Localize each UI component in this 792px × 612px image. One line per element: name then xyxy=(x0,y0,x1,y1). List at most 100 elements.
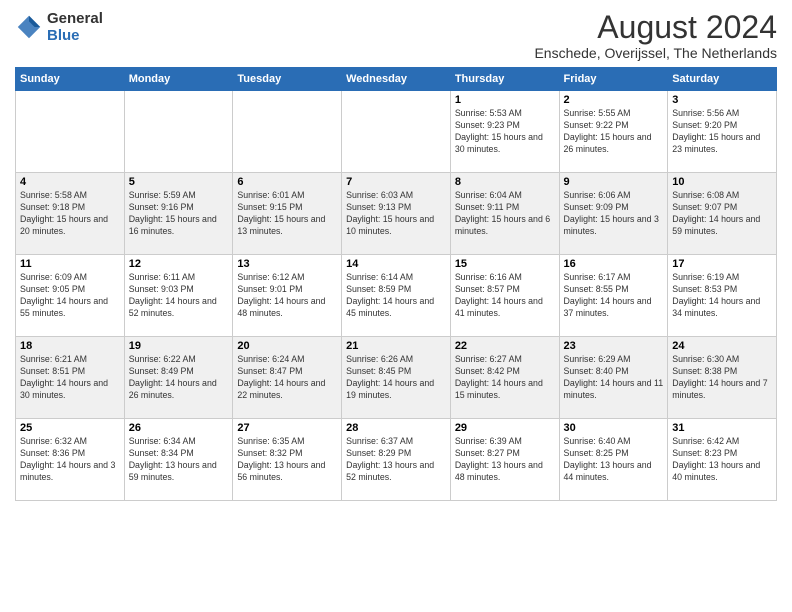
day-info: Sunrise: 6:09 AMSunset: 9:05 PMDaylight:… xyxy=(20,272,120,320)
calendar-cell: 7 Sunrise: 6:03 AMSunset: 9:13 PMDaylight… xyxy=(342,173,451,255)
calendar-cell: 10 Sunrise: 6:08 AMSunset: 9:07 PMDayligh… xyxy=(668,173,777,255)
day-number: 9 xyxy=(564,176,664,188)
day-info: Sunrise: 6:27 AMSunset: 8:42 PMDaylight:… xyxy=(455,354,555,402)
day-info: Sunrise: 6:16 AMSunset: 8:57 PMDaylight:… xyxy=(455,272,555,320)
calendar-cell: 13 Sunrise: 6:12 AMSunset: 9:01 PMDayligh… xyxy=(233,255,342,337)
day-info: Sunrise: 6:08 AMSunset: 9:07 PMDaylight:… xyxy=(672,190,772,238)
calendar-cell: 23 Sunrise: 6:29 AMSunset: 8:40 PMDayligh… xyxy=(559,337,668,419)
calendar-cell: 28 Sunrise: 6:37 AMSunset: 8:29 PMDayligh… xyxy=(342,419,451,501)
day-info: Sunrise: 6:11 AMSunset: 9:03 PMDaylight:… xyxy=(129,272,229,320)
calendar-cell: 5 Sunrise: 5:59 AMSunset: 9:16 PMDaylight… xyxy=(124,173,233,255)
day-info: Sunrise: 6:19 AMSunset: 8:53 PMDaylight:… xyxy=(672,272,772,320)
calendar-cell: 4 Sunrise: 5:58 AMSunset: 9:18 PMDaylight… xyxy=(16,173,125,255)
day-info: Sunrise: 6:21 AMSunset: 8:51 PMDaylight:… xyxy=(20,354,120,402)
week-row-3: 11 Sunrise: 6:09 AMSunset: 9:05 PMDayligh… xyxy=(16,255,777,337)
page: General Blue August 2024 Enschede, Overi… xyxy=(0,0,792,612)
weekday-header-tuesday: Tuesday xyxy=(233,68,342,91)
calendar-cell: 6 Sunrise: 6:01 AMSunset: 9:15 PMDaylight… xyxy=(233,173,342,255)
day-number: 12 xyxy=(129,258,229,270)
day-number: 11 xyxy=(20,258,120,270)
calendar-cell: 21Sunrise: 6:26 AMSunset: 8:45 PMDayligh… xyxy=(342,337,451,419)
calendar-cell xyxy=(16,91,125,173)
title-block: August 2024 Enschede, Overijssel, The Ne… xyxy=(534,10,777,61)
week-row-5: 25Sunrise: 6:32 AMSunset: 8:36 PMDayligh… xyxy=(16,419,777,501)
calendar-cell: 26 Sunrise: 6:34 AMSunset: 8:34 PMDayligh… xyxy=(124,419,233,501)
day-number: 2 xyxy=(564,94,664,106)
week-row-4: 18 Sunrise: 6:21 AMSunset: 8:51 PMDayligh… xyxy=(16,337,777,419)
day-number: 19 xyxy=(129,340,229,352)
day-number: 17 xyxy=(672,258,772,270)
day-number: 13 xyxy=(237,258,337,270)
day-number: 22 xyxy=(455,340,555,352)
calendar-cell: 3 Sunrise: 5:56 AMSunset: 9:20 PMDaylight… xyxy=(668,91,777,173)
calendar-table: SundayMondayTuesdayWednesdayThursdayFrid… xyxy=(15,67,777,501)
day-info: Sunrise: 5:56 AMSunset: 9:20 PMDaylight:… xyxy=(672,108,772,156)
day-number: 31 xyxy=(672,422,772,434)
day-info: Sunrise: 6:24 AMSunset: 8:47 PMDaylight:… xyxy=(237,354,337,402)
day-number: 28 xyxy=(346,422,446,434)
day-info: Sunrise: 6:32 AMSunset: 8:36 PMDaylight:… xyxy=(20,436,120,484)
day-info: Sunrise: 6:17 AMSunset: 8:55 PMDaylight:… xyxy=(564,272,664,320)
day-number: 26 xyxy=(129,422,229,434)
calendar-cell: 8Sunrise: 6:04 AMSunset: 9:11 PMDaylight… xyxy=(450,173,559,255)
calendar-cell: 16 Sunrise: 6:17 AMSunset: 8:55 PMDayligh… xyxy=(559,255,668,337)
day-info: Sunrise: 6:34 AMSunset: 8:34 PMDaylight:… xyxy=(129,436,229,484)
day-info: Sunrise: 6:30 AMSunset: 8:38 PMDaylight:… xyxy=(672,354,772,402)
logo-text: General Blue xyxy=(47,10,103,44)
day-info: Sunrise: 6:04 AMSunset: 9:11 PMDaylight:… xyxy=(455,190,555,238)
day-number: 18 xyxy=(20,340,120,352)
day-number: 27 xyxy=(237,422,337,434)
subtitle: Enschede, Overijssel, The Netherlands xyxy=(534,45,777,61)
calendar-cell: 14Sunrise: 6:14 AMSunset: 8:59 PMDayligh… xyxy=(342,255,451,337)
day-info: Sunrise: 6:03 AMSunset: 9:13 PMDaylight:… xyxy=(346,190,446,238)
day-info: Sunrise: 6:42 AMSunset: 8:23 PMDaylight:… xyxy=(672,436,772,484)
day-info: Sunrise: 6:37 AMSunset: 8:29 PMDaylight:… xyxy=(346,436,446,484)
day-number: 6 xyxy=(237,176,337,188)
week-row-2: 4 Sunrise: 5:58 AMSunset: 9:18 PMDaylight… xyxy=(16,173,777,255)
day-number: 23 xyxy=(564,340,664,352)
day-info: Sunrise: 5:55 AMSunset: 9:22 PMDaylight:… xyxy=(564,108,664,156)
day-info: Sunrise: 6:29 AMSunset: 8:40 PMDaylight:… xyxy=(564,354,664,402)
calendar-cell: 18 Sunrise: 6:21 AMSunset: 8:51 PMDayligh… xyxy=(16,337,125,419)
weekday-header-friday: Friday xyxy=(559,68,668,91)
day-number: 20 xyxy=(237,340,337,352)
day-info: Sunrise: 6:12 AMSunset: 9:01 PMDaylight:… xyxy=(237,272,337,320)
calendar-cell: 17 Sunrise: 6:19 AMSunset: 8:53 PMDayligh… xyxy=(668,255,777,337)
day-number: 4 xyxy=(20,176,120,188)
calendar-cell: 2 Sunrise: 5:55 AMSunset: 9:22 PMDaylight… xyxy=(559,91,668,173)
calendar-cell xyxy=(124,91,233,173)
weekday-header-sunday: Sunday xyxy=(16,68,125,91)
day-number: 7 xyxy=(346,176,446,188)
day-number: 10 xyxy=(672,176,772,188)
day-info: Sunrise: 5:58 AMSunset: 9:18 PMDaylight:… xyxy=(20,190,120,238)
day-number: 14 xyxy=(346,258,446,270)
day-number: 16 xyxy=(564,258,664,270)
day-number: 24 xyxy=(672,340,772,352)
calendar-cell: 22 Sunrise: 6:27 AMSunset: 8:42 PMDayligh… xyxy=(450,337,559,419)
calendar-cell xyxy=(233,91,342,173)
calendar-cell: 24 Sunrise: 6:30 AMSunset: 8:38 PMDayligh… xyxy=(668,337,777,419)
day-info: Sunrise: 6:06 AMSunset: 9:09 PMDaylight:… xyxy=(564,190,664,238)
main-title: August 2024 xyxy=(534,10,777,45)
header: General Blue August 2024 Enschede, Overi… xyxy=(15,10,777,61)
calendar-cell: 25Sunrise: 6:32 AMSunset: 8:36 PMDayligh… xyxy=(16,419,125,501)
day-info: Sunrise: 5:59 AMSunset: 9:16 PMDaylight:… xyxy=(129,190,229,238)
day-info: Sunrise: 6:01 AMSunset: 9:15 PMDaylight:… xyxy=(237,190,337,238)
calendar-cell: 19 Sunrise: 6:22 AMSunset: 8:49 PMDayligh… xyxy=(124,337,233,419)
calendar-cell: 20 Sunrise: 6:24 AMSunset: 8:47 PMDayligh… xyxy=(233,337,342,419)
calendar-cell: 12 Sunrise: 6:11 AMSunset: 9:03 PMDayligh… xyxy=(124,255,233,337)
day-number: 21 xyxy=(346,340,446,352)
calendar-cell: 30 Sunrise: 6:40 AMSunset: 8:25 PMDayligh… xyxy=(559,419,668,501)
calendar-cell xyxy=(342,91,451,173)
weekday-header-monday: Monday xyxy=(124,68,233,91)
day-info: Sunrise: 6:40 AMSunset: 8:25 PMDaylight:… xyxy=(564,436,664,484)
weekday-header-wednesday: Wednesday xyxy=(342,68,451,91)
day-info: Sunrise: 5:53 AMSunset: 9:23 PMDaylight:… xyxy=(455,108,555,156)
day-number: 3 xyxy=(672,94,772,106)
calendar-cell: 31 Sunrise: 6:42 AMSunset: 8:23 PMDayligh… xyxy=(668,419,777,501)
day-number: 30 xyxy=(564,422,664,434)
day-number: 5 xyxy=(129,176,229,188)
day-info: Sunrise: 6:22 AMSunset: 8:49 PMDaylight:… xyxy=(129,354,229,402)
calendar-cell: 9 Sunrise: 6:06 AMSunset: 9:09 PMDaylight… xyxy=(559,173,668,255)
calendar-cell: 15Sunrise: 6:16 AMSunset: 8:57 PMDayligh… xyxy=(450,255,559,337)
